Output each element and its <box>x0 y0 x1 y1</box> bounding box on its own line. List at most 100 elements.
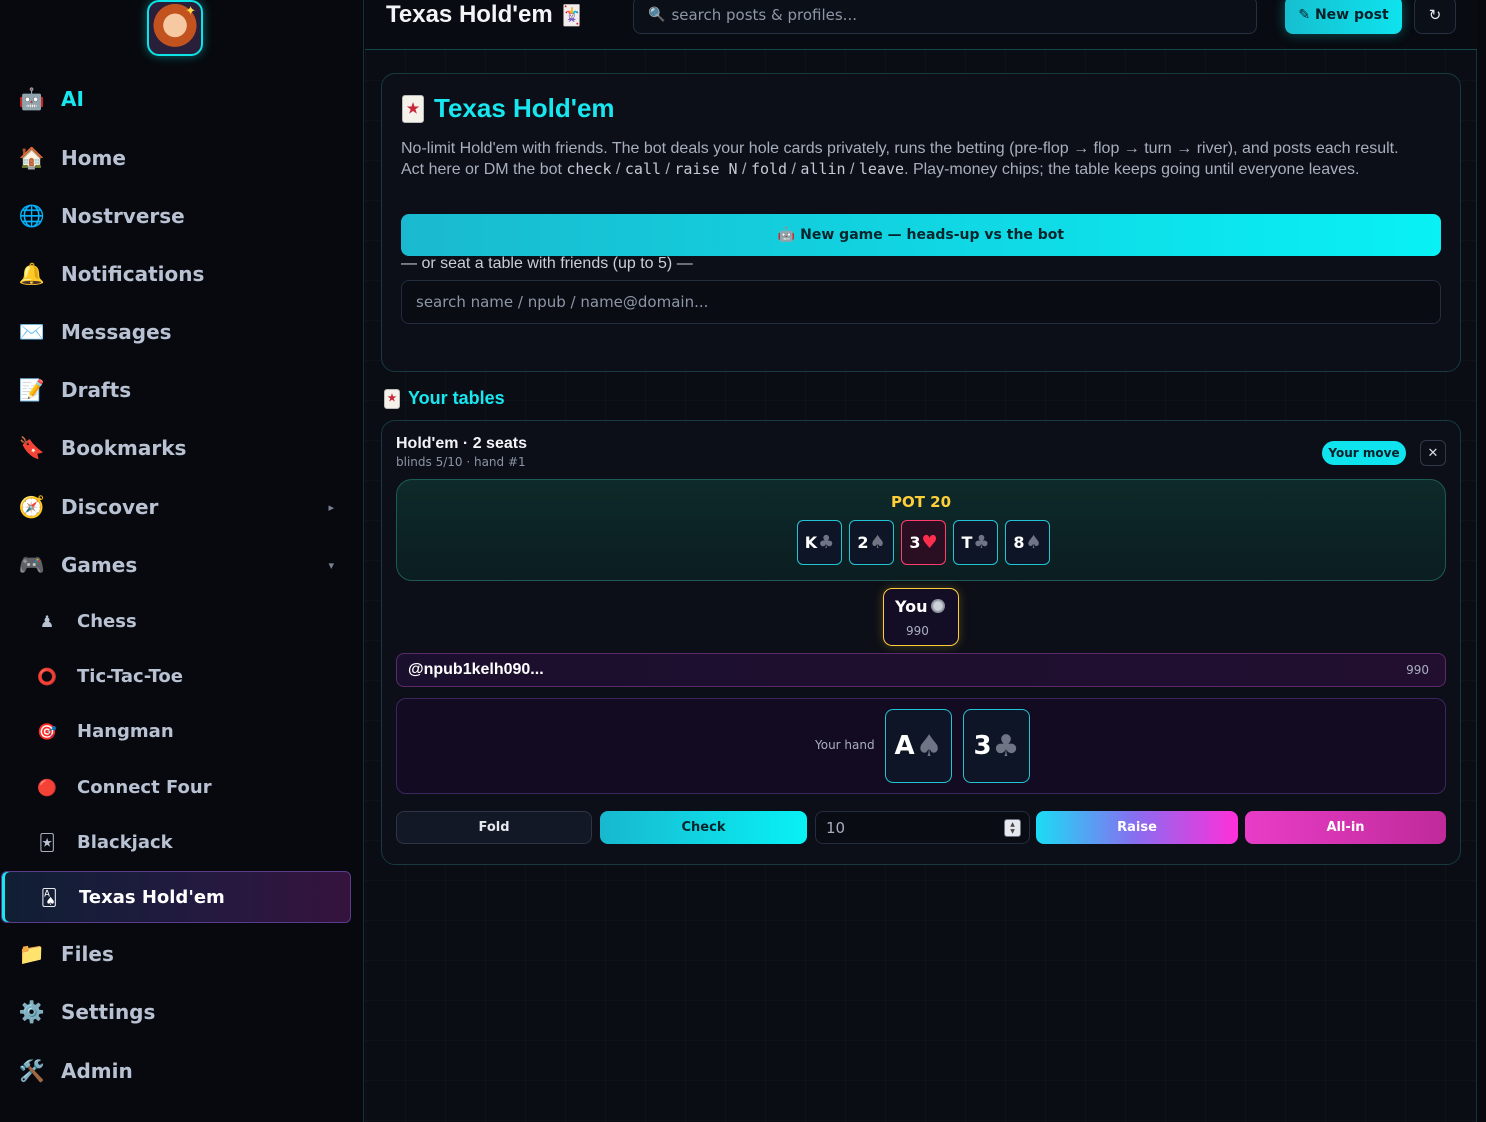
sidebar-item-label: Discover <box>61 495 159 519</box>
seat-name-text: You <box>895 597 928 616</box>
sidebar-item-label: Files <box>61 942 114 966</box>
sidebar-item-label: Bookmarks <box>61 436 187 460</box>
joker-card-icon: 🃏 <box>38 832 56 852</box>
bell-icon: 🔔 <box>18 261 46 286</box>
sidebar-item-blackjack[interactable]: 🃏 Blackjack <box>0 817 352 867</box>
sidebar-item-files[interactable]: 📁 Files <box>0 932 364 976</box>
heart-icon: ♥ <box>921 532 938 553</box>
seat-chips: 990 <box>906 624 929 638</box>
card-rank: A <box>894 731 915 761</box>
board-card: 2 ♠ <box>849 520 894 565</box>
card-rank: T <box>961 533 973 552</box>
cmd-call: call <box>624 160 662 178</box>
your-move-badge: Your move <box>1322 441 1406 465</box>
playing-card-icon: 🂡 <box>40 887 58 907</box>
sidebar-item-label: Tic-Tac-Toe <box>77 665 184 687</box>
player-seat-you: You 990 <box>883 588 959 646</box>
sidebar-item-label: Messages <box>61 320 172 344</box>
spade-icon: ♠ <box>1025 532 1042 553</box>
memo-icon: 📝 <box>18 377 46 402</box>
target-icon: 🎯 <box>37 721 57 741</box>
table-card: Hold'em · 2 seats blinds 5/10 · hand #1 … <box>381 420 1461 865</box>
hole-cards: A ♠ 3 ♣ <box>885 709 1030 783</box>
raise-button[interactable]: Raise <box>1036 811 1238 844</box>
table-title: Hold'em · 2 seats <box>396 435 527 452</box>
new-game-button[interactable]: 🤖 New game — heads-up vs the bot <box>401 214 1441 256</box>
opponent-seat: @npub1kelh090... 990 <box>396 653 1446 687</box>
check-button[interactable]: Check <box>600 811 807 844</box>
sep: / <box>661 161 675 178</box>
card-rank: 8 <box>1013 533 1025 552</box>
sidebar-item-games[interactable]: 🎮 Games ▾ <box>0 543 364 587</box>
gamepad-icon: 🎮 <box>18 552 46 577</box>
board-card: T ♣ <box>953 520 998 565</box>
pot-label: POT 20 <box>890 493 952 511</box>
envelope-icon: ✉️ <box>18 319 46 344</box>
sep: / <box>787 161 801 178</box>
sidebar-item-label: Games <box>61 553 138 577</box>
your-hand-label: Your hand <box>815 738 875 752</box>
intro-card: ★ Texas Hold'em No-limit Hold'em with fr… <box>381 73 1461 372</box>
sidebar-item-tic-tac-toe[interactable]: ⭕ Tic-Tac-Toe <box>0 651 352 701</box>
sidebar-item-bookmarks[interactable]: 🔖 Bookmarks <box>0 426 364 470</box>
home-icon: 🏠 <box>18 145 46 170</box>
sidebar-item-label: Admin <box>61 1059 133 1083</box>
spade-icon: ♠ <box>915 728 943 764</box>
sidebar-item-admin[interactable]: 🛠️ Admin <box>0 1049 364 1093</box>
sidebar-item-messages[interactable]: ✉️ Messages <box>0 310 364 354</box>
your-tables-heading: ★ Your tables <box>384 388 505 409</box>
raise-amount-value: 10 <box>826 818 846 837</box>
search-icon: 🔍 <box>648 7 666 23</box>
sidebar-item-texas-holdem[interactable]: 🂡 Texas Hold'em <box>1 871 351 923</box>
compass-icon: 🧭 <box>18 494 46 519</box>
sidebar-item-connect-four[interactable]: 🔴 Connect Four <box>0 762 352 812</box>
sidebar-item-label: Drafts <box>61 378 132 402</box>
globe-icon: 🌐 <box>18 203 46 228</box>
search-placeholder: search posts & profiles... <box>671 6 857 24</box>
spade-icon: ♠ <box>869 532 886 553</box>
opponent-name: @npub1kelh090... <box>408 661 544 678</box>
star-icon: ✦ <box>185 4 196 19</box>
sidebar-item-notifications[interactable]: 🔔 Notifications <box>0 252 364 296</box>
page-title: Texas Hold'em 🃏 <box>386 1 584 29</box>
sidebar-item-label: Hangman <box>77 720 174 742</box>
sidebar-item-hangman[interactable]: 🎯 Hangman <box>0 706 352 756</box>
sidebar-item-label: AI <box>61 87 84 111</box>
top-bar: Texas Hold'em 🃏 🔍 search posts & profile… <box>365 0 1477 50</box>
avatar[interactable]: ✦ <box>147 0 203 56</box>
club-icon: ♣ <box>973 532 990 553</box>
seat-name: You <box>895 597 945 616</box>
community-cards: K ♣ 2 ♠ 3 ♥ T ♣ 8 ♠ <box>797 520 1050 565</box>
card-rank: 2 <box>857 533 869 552</box>
cmd-fold: fold <box>750 160 788 178</box>
sidebar-item-ai[interactable]: 🤖 AI <box>0 77 364 121</box>
board-card: K ♣ <box>797 520 842 565</box>
card-rank: 3 <box>909 533 921 552</box>
raise-amount-input[interactable]: 10 ▲ ▼ <box>815 811 1030 844</box>
sidebar-item-discover[interactable]: 🧭 Discover ▸ <box>0 485 364 529</box>
all-in-button[interactable]: All-in <box>1245 811 1446 844</box>
sidebar-item-drafts[interactable]: 📝 Drafts <box>0 368 364 412</box>
sidebar-item-label: Chess <box>77 610 137 632</box>
sidebar-item-nostrverse[interactable]: 🌐 Nostrverse <box>0 194 364 238</box>
red-disc-icon: 🔴 <box>37 777 57 797</box>
sidebar-item-settings[interactable]: ⚙️ Settings <box>0 990 364 1034</box>
fold-button[interactable]: Fold <box>396 811 592 844</box>
robot-icon: 🤖 <box>18 86 46 111</box>
close-table-button[interactable]: ✕ <box>1420 440 1446 466</box>
stepper-icon[interactable]: ▲ ▼ <box>1004 819 1021 837</box>
your-tables-heading-text: Your tables <box>408 388 505 408</box>
intro-title: ★ Texas Hold'em <box>402 93 615 124</box>
friend-search-input[interactable]: search name / npub / name@domain... <box>401 280 1441 324</box>
sep: / <box>737 161 751 178</box>
search-input[interactable]: 🔍 search posts & profiles... <box>633 0 1257 34</box>
new-post-button[interactable]: ✎ New post <box>1285 0 1402 34</box>
intro-title-text: Texas Hold'em <box>434 93 615 123</box>
sidebar-item-home[interactable]: 🏠 Home <box>0 136 364 180</box>
sep: / <box>845 161 859 178</box>
sidebar-item-label: Blackjack <box>77 831 173 853</box>
refresh-button[interactable]: ↻ <box>1414 0 1456 34</box>
sidebar-item-chess[interactable]: ♟ Chess <box>0 596 352 646</box>
joker-card-icon: ★ <box>402 94 424 123</box>
sidebar-item-label: Settings <box>61 1000 156 1024</box>
